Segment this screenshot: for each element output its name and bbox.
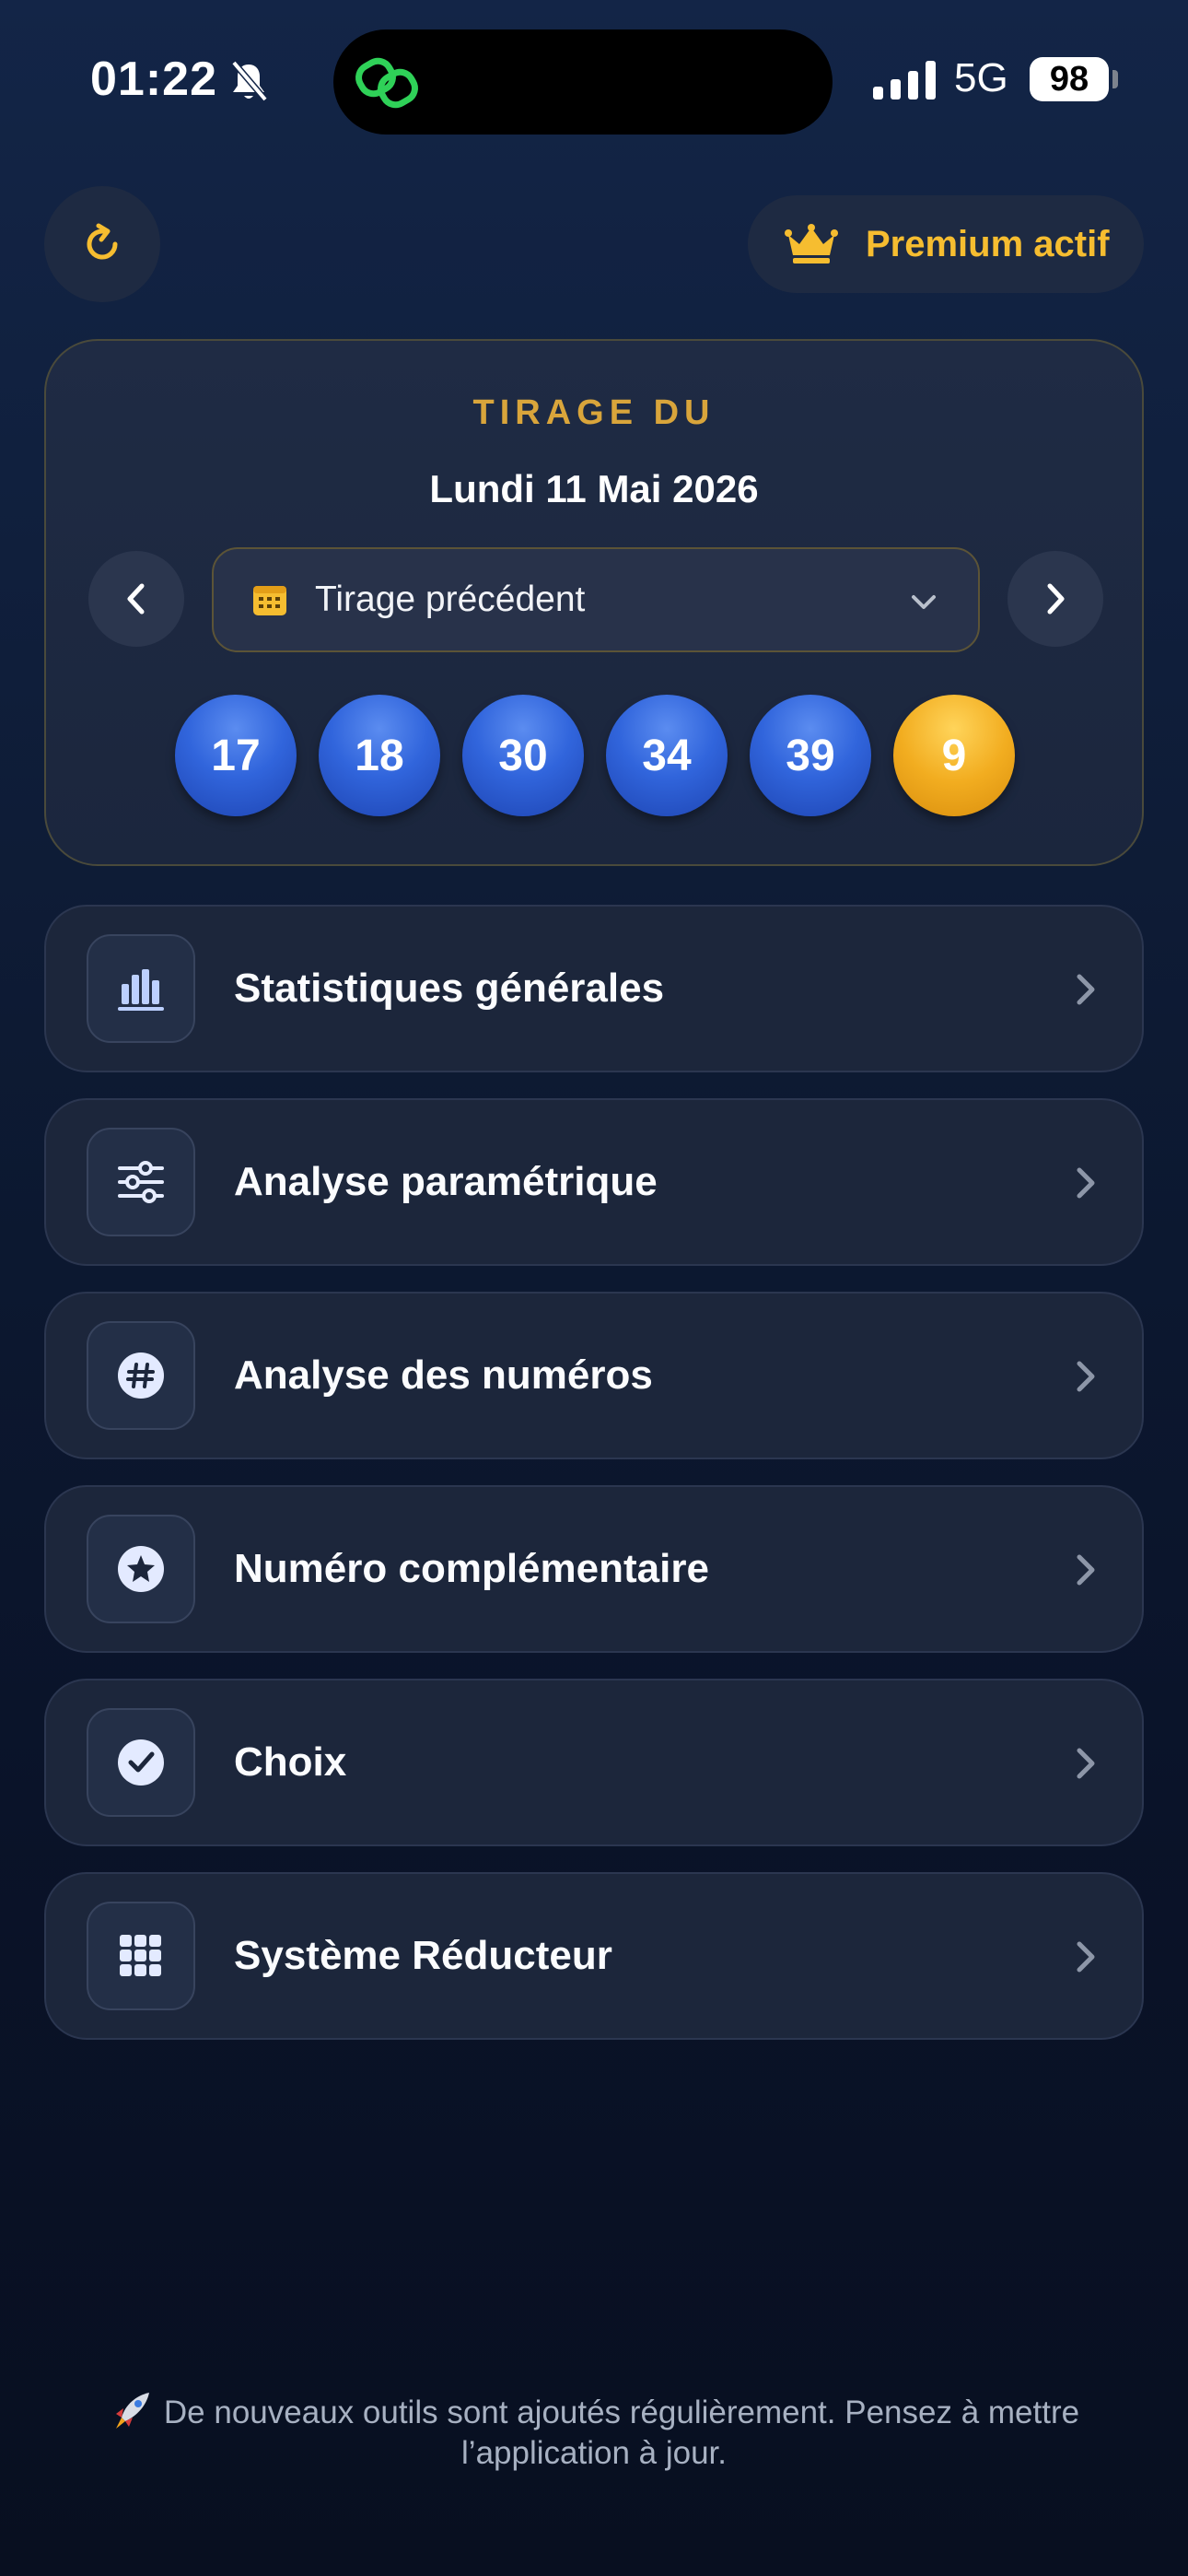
hash-icon bbox=[118, 1352, 164, 1399]
star-icon bbox=[118, 1546, 164, 1592]
check-icon bbox=[118, 1739, 164, 1786]
chevron-right-icon bbox=[1047, 583, 1065, 615]
status-bar: 01:22 5G 98 bbox=[0, 0, 1188, 161]
chevron-down-icon bbox=[912, 595, 936, 609]
menu-item-analyse-parametrique[interactable]: Analyse paramétrique bbox=[44, 1098, 1144, 1266]
draw-balls: 17 18 30 34 39 9 bbox=[46, 695, 1142, 818]
chevron-right-icon bbox=[1077, 1167, 1095, 1199]
footer-note-text: De nouveaux outils sont ajoutés régulièr… bbox=[163, 2395, 1080, 2471]
battery-cap bbox=[1112, 70, 1118, 88]
ball-2: 18 bbox=[319, 695, 440, 816]
draw-selector[interactable]: Tirage précédent bbox=[212, 547, 980, 652]
ball-4: 34 bbox=[606, 695, 728, 816]
ball-1: 17 bbox=[175, 695, 297, 816]
menu-item-label: Statistiques générales bbox=[234, 966, 665, 1011]
chevron-right-icon bbox=[1077, 1748, 1095, 1779]
draw-date: Lundi 11 Mai 2026 bbox=[429, 467, 759, 510]
bar-chart-icon bbox=[118, 969, 164, 1011]
grid-icon bbox=[120, 1935, 161, 1976]
bonus-ball: 9 bbox=[893, 695, 1015, 816]
footer-note: De nouveaux outils sont ajoutés régulièr… bbox=[55, 2390, 1133, 2474]
menu-item-systeme-reducteur[interactable]: Système Réducteur bbox=[44, 1872, 1144, 2040]
menu-item-label: Numéro complémentaire bbox=[234, 1546, 709, 1591]
premium-status-button[interactable]: Premium actif bbox=[748, 195, 1144, 293]
menu-icon-box bbox=[87, 934, 195, 1043]
app-screen: 01:22 5G 98 Premium actif TIRAGE DU Lund… bbox=[0, 0, 1188, 2576]
menu-icon-box bbox=[87, 1902, 195, 2010]
chevron-right-icon bbox=[1077, 1554, 1095, 1586]
next-draw-button[interactable] bbox=[1007, 551, 1103, 647]
menu-icon-box bbox=[87, 1321, 195, 1430]
chevron-right-icon bbox=[1077, 974, 1095, 1005]
menu-item-label: Système Réducteur bbox=[234, 1933, 612, 1978]
previous-draw-button[interactable] bbox=[88, 551, 184, 647]
linked-rings-icon bbox=[355, 57, 418, 109]
network-type: 5G bbox=[954, 55, 1008, 100]
crown-icon bbox=[785, 224, 838, 263]
calendar-icon bbox=[253, 586, 286, 615]
status-time: 01:22 bbox=[90, 53, 217, 106]
sliders-icon bbox=[118, 1161, 164, 1203]
menu-item-label: Choix bbox=[234, 1739, 347, 1785]
ball-5: 39 bbox=[750, 695, 871, 816]
menu-item-analyse-numeros[interactable]: Analyse des numéros bbox=[44, 1292, 1144, 1459]
menu-item-choix[interactable]: Choix bbox=[44, 1679, 1144, 1846]
rocket-icon bbox=[115, 2393, 149, 2429]
menu-item-statistiques[interactable]: Statistiques générales bbox=[44, 905, 1144, 1072]
battery-level: 98 bbox=[1030, 57, 1109, 101]
draw-card: TIRAGE DU Lundi 11 Mai 2026 Tirage précé… bbox=[44, 339, 1144, 866]
menu-item-numero-complementaire[interactable]: Numéro complémentaire bbox=[44, 1485, 1144, 1653]
bell-slash-icon bbox=[231, 60, 268, 102]
draw-selector-label: Tirage précédent bbox=[315, 580, 586, 619]
chevron-right-icon bbox=[1077, 1941, 1095, 1973]
cellular-signal-icon bbox=[873, 61, 936, 100]
menu-icon-box bbox=[87, 1515, 195, 1623]
chevron-right-icon bbox=[1077, 1361, 1095, 1392]
refresh-icon bbox=[87, 223, 118, 260]
menu-item-label: Analyse des numéros bbox=[234, 1352, 653, 1398]
refresh-button[interactable] bbox=[44, 186, 160, 302]
draw-heading: TIRAGE DU bbox=[472, 393, 716, 432]
menu-icon-box bbox=[87, 1128, 195, 1236]
menu-item-label: Analyse paramétrique bbox=[234, 1159, 658, 1204]
chevron-left-icon bbox=[127, 583, 145, 615]
menu-icon-box bbox=[87, 1708, 195, 1817]
ball-3: 30 bbox=[462, 695, 584, 816]
premium-label: Premium actif bbox=[866, 223, 1110, 264]
